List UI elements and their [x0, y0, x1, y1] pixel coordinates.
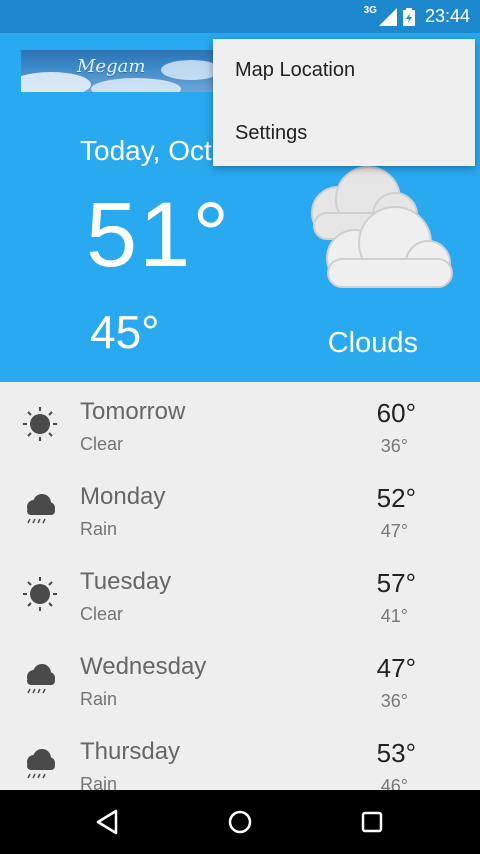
back-icon[interactable]: [92, 806, 124, 838]
logo-text: Megam: [77, 56, 146, 77]
forecast-high: 53°: [376, 738, 416, 768]
status-time: 23:44: [424, 6, 470, 26]
forecast-high: 57°: [376, 568, 416, 598]
clouds-icon: [311, 166, 453, 288]
forecast-desc: Clear: [80, 604, 124, 624]
current-low-temp: 45°: [90, 306, 160, 358]
forecast-day: Tuesday: [80, 568, 172, 595]
rain-icon: [27, 749, 55, 779]
forecast-desc: Clear: [80, 434, 124, 454]
signal-icon: [378, 7, 397, 26]
current-condition: Clouds: [327, 327, 418, 359]
navigation-bar: [0, 790, 480, 854]
forecast-day: Wednesday: [80, 653, 207, 680]
forecast-low: 46°: [380, 776, 408, 790]
forecast-desc: Rain: [80, 774, 118, 790]
forecast-low: 41°: [380, 606, 408, 626]
overflow-menu: Map Location Settings: [213, 39, 475, 166]
menu-item-map-location[interactable]: Map Location: [213, 39, 475, 102]
current-high-temp: 51°: [86, 184, 232, 286]
menu-item-settings[interactable]: Settings: [213, 102, 475, 165]
forecast-row-tomorrow[interactable]: Tomorrow Clear 60° 36°: [0, 382, 480, 467]
sun-icon: [23, 407, 57, 441]
forecast-high: 60°: [376, 398, 416, 428]
app-logo: Megam: [21, 50, 213, 92]
forecast-low: 36°: [380, 691, 408, 711]
forecast-list: Tomorrow Clear 60° 36° Monday Rain 52° 4…: [0, 382, 480, 790]
recents-icon[interactable]: [356, 806, 388, 838]
sun-icon: [23, 577, 57, 611]
today-label: Today, Octo: [80, 135, 228, 166]
battery-icon: [402, 7, 415, 26]
forecast-high: 52°: [376, 483, 416, 513]
forecast-desc: Rain: [80, 519, 118, 539]
forecast-row-tuesday[interactable]: Tuesday Clear 57° 41°: [0, 552, 480, 637]
forecast-row-wednesday[interactable]: Wednesday Rain 47° 36°: [0, 637, 480, 722]
forecast-day: Tomorrow: [80, 398, 186, 425]
status-icons: 3G 23:44: [363, 5, 470, 27]
forecast-desc: Rain: [80, 689, 118, 709]
network-type: 3G: [363, 5, 377, 16]
rain-icon: [27, 664, 55, 694]
forecast-day: Monday: [80, 483, 166, 510]
forecast-high: 47°: [376, 653, 416, 683]
rain-icon: [27, 494, 55, 524]
forecast-row-thursday[interactable]: Thursday Rain 53° 46°: [0, 722, 480, 790]
home-icon[interactable]: [224, 806, 256, 838]
forecast-low: 36°: [380, 436, 408, 456]
forecast-day: Thursday: [80, 738, 181, 765]
forecast-low: 47°: [380, 521, 408, 541]
forecast-row-monday[interactable]: Monday Rain 52° 47°: [0, 467, 480, 552]
status-bar: 3G 23:44: [0, 0, 480, 33]
